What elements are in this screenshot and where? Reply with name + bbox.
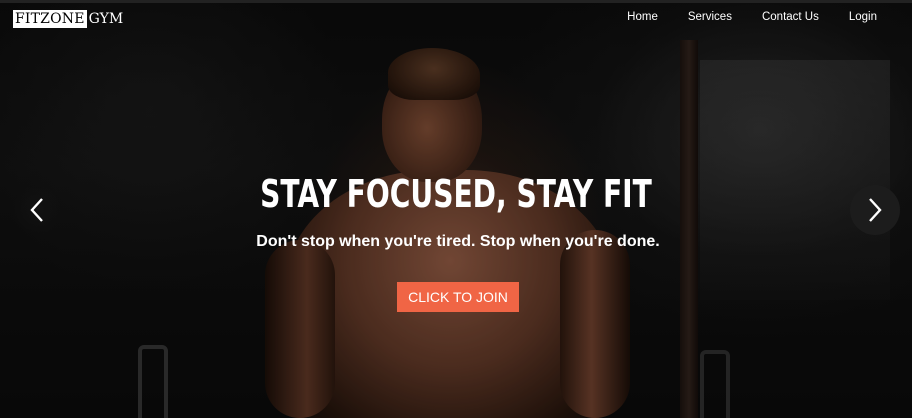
nav-home-link[interactable]: Home: [627, 11, 658, 23]
nav-login-link[interactable]: Login: [849, 11, 877, 23]
logo-text-boxed: FITZONE: [13, 10, 87, 28]
hero-title: STAY FOCUSED, STAY FIT: [260, 172, 652, 216]
chevron-right-icon: [869, 198, 882, 222]
carousel-prev-button[interactable]: [12, 185, 62, 235]
nav-contact-link[interactable]: Contact Us: [762, 11, 819, 23]
hero-subtitle: Don't stop when you're tired. Stop when …: [256, 233, 660, 250]
navbar: FITZONE GYM Home Services Contact Us Log…: [0, 0, 912, 40]
hero-section: FITZONE GYM Home Services Contact Us Log…: [0, 0, 912, 418]
site-logo[interactable]: FITZONE GYM: [13, 10, 123, 28]
chevron-left-icon: [30, 198, 43, 222]
join-button[interactable]: CLICK TO JOIN: [397, 282, 519, 312]
nav-services-link[interactable]: Services: [688, 11, 732, 23]
nav-links: Home Services Contact Us Login: [627, 11, 877, 23]
carousel-next-button[interactable]: [850, 185, 900, 235]
logo-text: GYM: [88, 11, 124, 27]
